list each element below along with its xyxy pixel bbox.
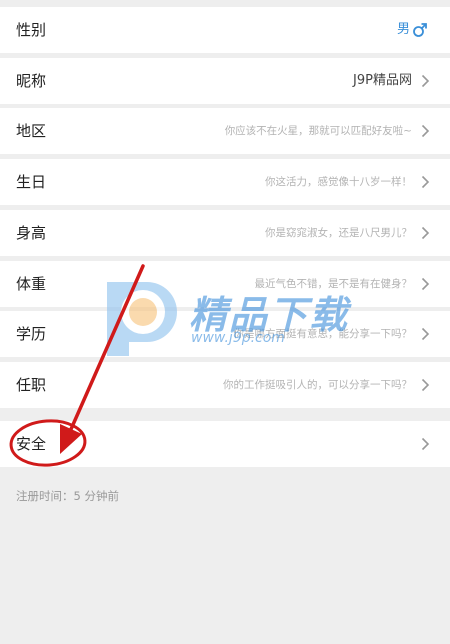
row-birthday-label: 生日 <box>16 173 47 191</box>
chevron-right-icon <box>421 74 430 88</box>
row-gender-label: 性别 <box>16 21 47 39</box>
row-education-label: 学历 <box>16 325 47 343</box>
row-birthday[interactable]: 生日 你这活力，感觉像十八岁一样！ <box>0 159 450 205</box>
row-region-value: 你应该不在火星，那就可以匹配好友啦~ <box>224 125 412 137</box>
chevron-right-icon <box>421 175 430 189</box>
chevron-right-icon <box>421 378 430 392</box>
row-height[interactable]: 身高 你是窈窕淑女，还是八尺男儿？ <box>0 210 450 256</box>
register-time: 注册时间：5 分钟前 <box>16 489 119 503</box>
chevron-right-icon <box>421 277 430 291</box>
row-weight[interactable]: 体重 最近气色不错，是不是有在健身？ <box>0 261 450 307</box>
row-weight-value: 最近气色不错，是不是有在健身？ <box>254 278 413 290</box>
row-security[interactable]: 安全 <box>0 421 450 467</box>
row-nickname-value: J9P精品网 <box>353 73 412 88</box>
row-security-label: 安全 <box>16 435 47 453</box>
row-birthday-value: 你这活力，感觉像十八岁一样！ <box>265 176 412 188</box>
row-job-label: 任职 <box>16 376 47 394</box>
row-job-value: 你的工作挺吸引人的，可以分享一下吗？ <box>223 379 412 391</box>
row-education-value: 你是哪方面挺有意思，能分享一下吗？ <box>233 328 413 340</box>
row-region[interactable]: 地区 你应该不在火星，那就可以匹配好友啦~ <box>0 108 450 154</box>
row-education[interactable]: 学历 你是哪方面挺有意思，能分享一下吗？ <box>0 311 450 357</box>
male-symbol-icon <box>413 23 427 37</box>
row-gender-value: 男 <box>396 22 410 37</box>
row-gender[interactable]: 性别 男 <box>0 7 450 53</box>
row-weight-label: 体重 <box>16 275 47 293</box>
row-region-label: 地区 <box>16 122 47 140</box>
row-height-value: 你是窈窕淑女，还是八尺男儿？ <box>265 227 412 239</box>
row-height-label: 身高 <box>16 224 47 242</box>
row-nickname[interactable]: 昵称 J9P精品网 <box>0 58 450 104</box>
chevron-right-icon <box>421 437 430 451</box>
row-nickname-label: 昵称 <box>16 72 47 90</box>
chevron-right-icon <box>421 327 430 341</box>
chevron-right-icon <box>421 124 430 138</box>
chevron-right-icon <box>421 226 430 240</box>
row-job[interactable]: 任职 你的工作挺吸引人的，可以分享一下吗？ <box>0 362 450 408</box>
